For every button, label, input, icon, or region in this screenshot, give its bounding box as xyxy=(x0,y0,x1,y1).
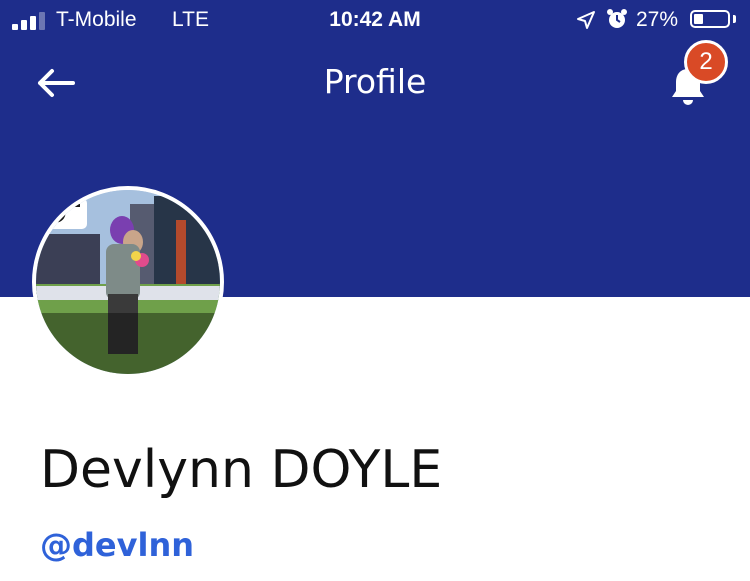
battery-level-fill xyxy=(694,14,703,24)
alarm-clock-icon xyxy=(607,9,627,28)
profile-screen: T-Mobile LTE 10:42 AM 27% Profile 2 Devl… xyxy=(0,0,750,581)
notification-count-badge[interactable]: 2 xyxy=(684,40,728,84)
battery-percentage: 27% xyxy=(636,8,679,31)
battery-icon xyxy=(690,10,730,28)
avatar[interactable] xyxy=(32,186,224,378)
location-arrow-icon xyxy=(577,11,595,29)
battery-cap xyxy=(733,15,736,23)
camera-icon[interactable] xyxy=(36,190,88,230)
page-title: Profile xyxy=(323,62,427,101)
status-bar: T-Mobile LTE 10:42 AM 27% xyxy=(0,0,750,40)
profile-handle-link[interactable]: @devlnn xyxy=(40,526,194,564)
avatar-edit-overlay xyxy=(36,313,220,374)
profile-display-name: Devlynn DOYLE xyxy=(40,440,443,500)
